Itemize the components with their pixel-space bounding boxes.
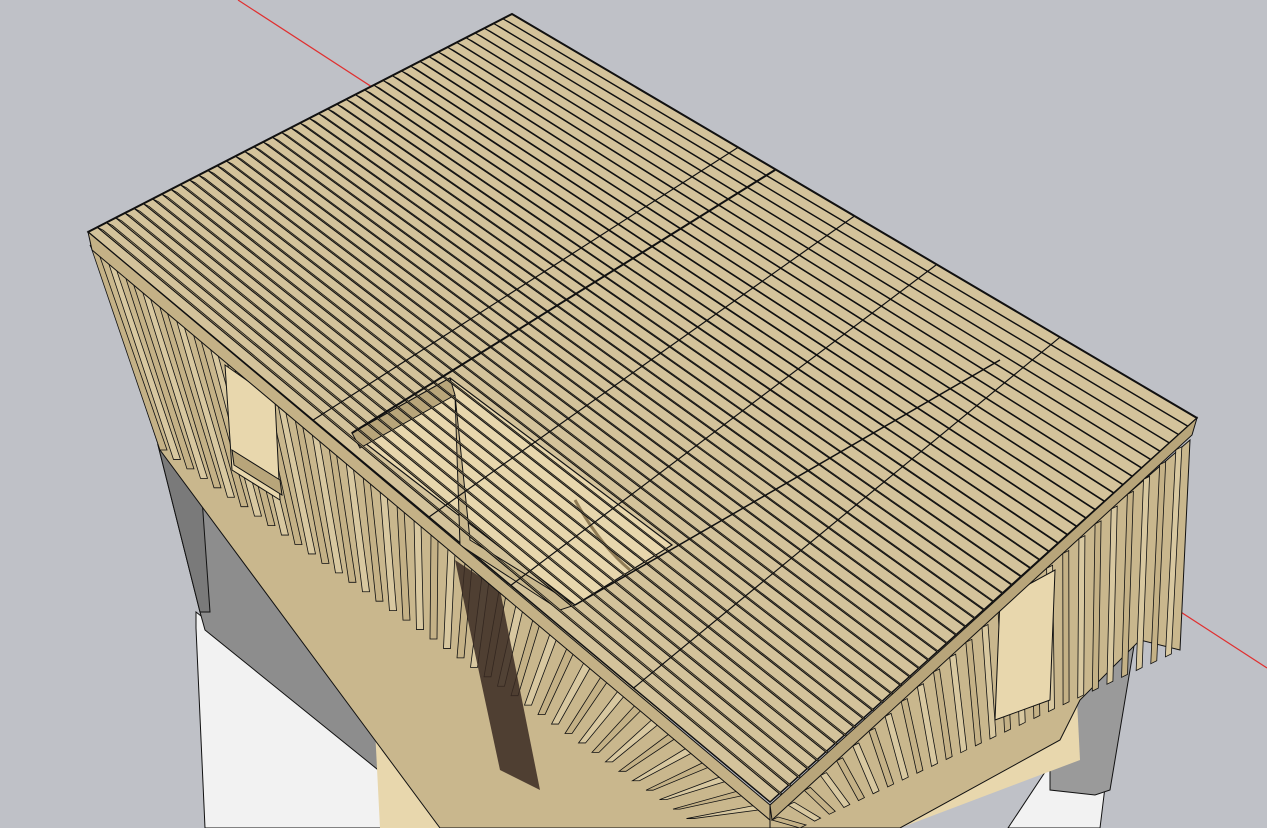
- stud: [1062, 549, 1070, 706]
- stud: [1077, 535, 1086, 699]
- house-framing-model[interactable]: [0, 0, 1267, 828]
- 3d-model-viewport[interactable]: [0, 0, 1267, 828]
- stud: [429, 534, 439, 640]
